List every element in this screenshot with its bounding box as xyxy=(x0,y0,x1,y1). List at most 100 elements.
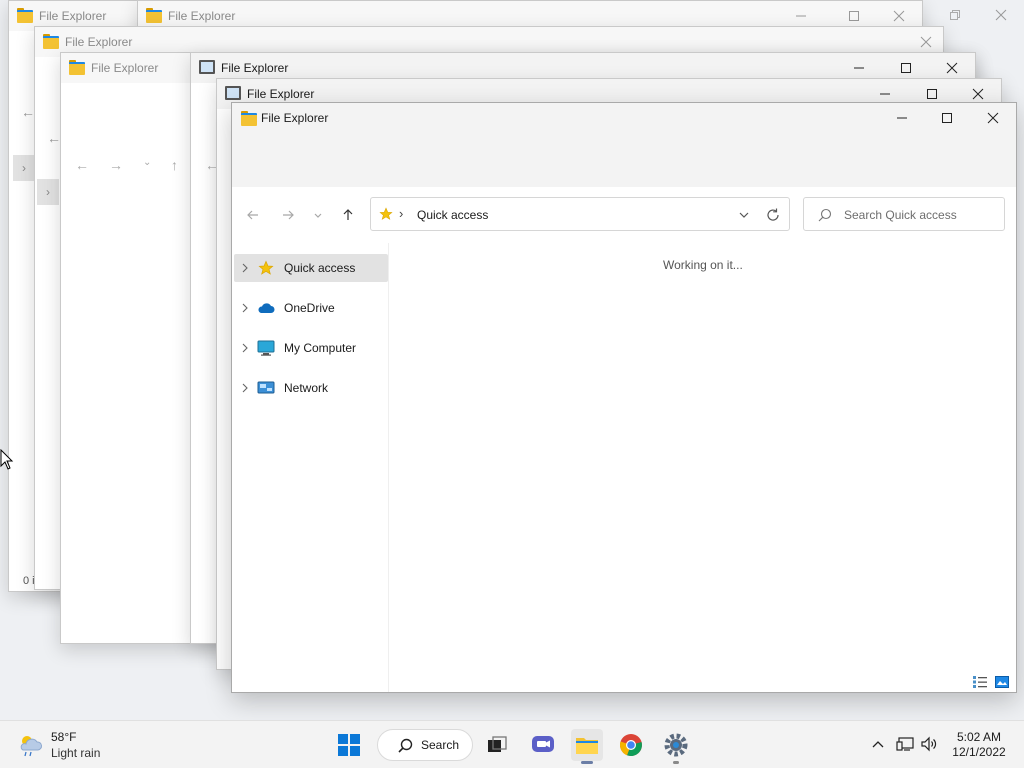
expand-chevron-icon[interactable] xyxy=(234,343,256,353)
breadcrumb-separator-icon[interactable]: › xyxy=(399,206,403,221)
nav-back-icon[interactable]: ← xyxy=(47,130,61,146)
tree-item-onedrive[interactable]: OneDrive xyxy=(234,294,388,322)
address-bar[interactable]: › Quick access xyxy=(370,197,790,231)
computer-icon xyxy=(256,340,276,356)
running-indicator xyxy=(581,761,593,764)
search-placeholder: Search Quick access xyxy=(844,208,957,222)
taskbar-search-label: Search xyxy=(421,738,460,752)
loading-status: Working on it... xyxy=(663,258,743,272)
minimize-button[interactable] xyxy=(848,57,870,79)
folder-icon xyxy=(241,111,257,126)
gear-icon xyxy=(664,733,688,757)
tree-item-network[interactable]: Network xyxy=(234,374,388,402)
expand-chevron-icon[interactable] xyxy=(234,263,256,273)
chevron-up-icon xyxy=(872,741,884,748)
network-monitor-icon xyxy=(896,737,914,751)
tree-expand-icon[interactable]: › xyxy=(37,179,59,205)
window-title: File Explorer xyxy=(39,9,107,23)
folder-icon xyxy=(17,8,33,23)
speaker-icon xyxy=(921,736,937,752)
navigation-pane: Quick access OneDrive My Computer Networ… xyxy=(232,243,389,692)
folder-icon xyxy=(69,60,85,75)
maximize-button[interactable] xyxy=(843,5,865,27)
expand-chevron-icon[interactable] xyxy=(234,303,256,313)
taskbar: 58°F Light rain Search 5:02 AM 12/1/2022 xyxy=(0,720,1024,768)
ribbon-area xyxy=(232,133,1016,187)
chrome-taskbar-button[interactable] xyxy=(615,729,647,761)
forward-button[interactable] xyxy=(276,203,300,227)
window-title: File Explorer xyxy=(168,9,236,23)
search-box[interactable]: Search Quick access xyxy=(803,197,1005,231)
taskbar-search-button[interactable]: Search xyxy=(377,729,473,761)
back-button[interactable] xyxy=(241,203,265,227)
search-icon xyxy=(398,738,413,753)
mouse-cursor-icon xyxy=(0,449,14,470)
chevron-down-icon[interactable] xyxy=(737,208,751,222)
computer-icon xyxy=(199,60,215,74)
tree-item-label: OneDrive xyxy=(284,301,335,315)
nav-forward-icon[interactable]: → xyxy=(109,157,123,173)
close-button[interactable] xyxy=(915,31,937,53)
folder-icon xyxy=(146,8,162,23)
breadcrumb-quick-access[interactable]: Quick access xyxy=(417,208,488,222)
navigation-bar: › Quick access Search Quick access xyxy=(232,187,1016,243)
window-title: File Explorer xyxy=(247,87,315,101)
status-bar-text: 0 i xyxy=(23,575,35,587)
settings-taskbar-button[interactable] xyxy=(660,729,692,764)
show-hidden-icons-button[interactable] xyxy=(869,735,887,753)
tree-item-my-computer[interactable]: My Computer xyxy=(234,334,388,362)
nav-back-icon[interactable]: ← xyxy=(21,104,35,120)
close-button[interactable] xyxy=(990,4,1012,26)
network-tray-button[interactable] xyxy=(896,735,914,753)
large-icons-view-icon[interactable] xyxy=(995,676,1009,688)
minimize-button[interactable] xyxy=(790,5,812,27)
window-title: File Explorer xyxy=(221,61,289,75)
weather-widget[interactable]: 58°F Light rain xyxy=(16,729,126,761)
task-view-icon xyxy=(488,736,507,752)
restore-button[interactable] xyxy=(944,4,966,26)
close-button[interactable] xyxy=(888,5,910,27)
windows-logo-icon xyxy=(338,734,360,756)
weather-rain-icon xyxy=(20,736,42,757)
weather-condition: Light rain xyxy=(51,746,101,760)
computer-icon xyxy=(225,86,241,100)
star-icon xyxy=(256,260,276,276)
tree-expand-icon[interactable]: › xyxy=(13,155,35,181)
tree-item-label: Quick access xyxy=(284,261,356,275)
window-title: File Explorer xyxy=(91,61,159,75)
tree-item-quick-access[interactable]: Quick access xyxy=(234,254,388,282)
nav-up-icon[interactable]: ↑ xyxy=(171,157,178,173)
expand-chevron-icon[interactable] xyxy=(234,383,256,393)
maximize-button[interactable] xyxy=(936,107,958,129)
window-title: File Explorer xyxy=(65,35,133,49)
clock-date: 12/1/2022 xyxy=(952,745,1006,759)
title-bar[interactable]: File Explorer xyxy=(232,103,1016,133)
recent-locations-button[interactable] xyxy=(306,203,330,227)
up-button[interactable] xyxy=(336,203,360,227)
file-explorer-taskbar-button[interactable] xyxy=(571,729,603,764)
system-clock[interactable]: 5:02 AM 12/1/2022 xyxy=(944,730,1014,760)
teams-chat-button[interactable] xyxy=(527,729,559,761)
search-icon xyxy=(818,208,832,222)
maximize-button[interactable] xyxy=(895,57,917,79)
chat-icon xyxy=(532,736,554,752)
folder-icon xyxy=(43,34,59,49)
clock-time: 5:02 AM xyxy=(956,730,1002,744)
close-button[interactable] xyxy=(982,107,1004,129)
cloud-icon xyxy=(256,302,276,314)
nav-back-icon[interactable]: ← xyxy=(75,157,89,173)
minimize-button[interactable] xyxy=(891,107,913,129)
refresh-button[interactable] xyxy=(765,207,781,223)
details-view-icon[interactable] xyxy=(973,676,987,688)
file-explorer-window[interactable]: File Explorer › Quick access Search Quic… xyxy=(231,102,1017,693)
volume-tray-button[interactable] xyxy=(920,735,938,753)
tree-item-label: Network xyxy=(284,381,329,395)
close-button[interactable] xyxy=(941,57,963,79)
task-view-button[interactable] xyxy=(481,729,513,761)
recent-chevron-icon[interactable]: ⌄ xyxy=(143,157,151,168)
window-title: File Explorer xyxy=(261,111,329,125)
star-icon xyxy=(379,207,393,220)
tree-item-label: My Computer xyxy=(284,341,357,355)
start-button[interactable] xyxy=(333,729,365,761)
chrome-icon xyxy=(620,734,642,757)
